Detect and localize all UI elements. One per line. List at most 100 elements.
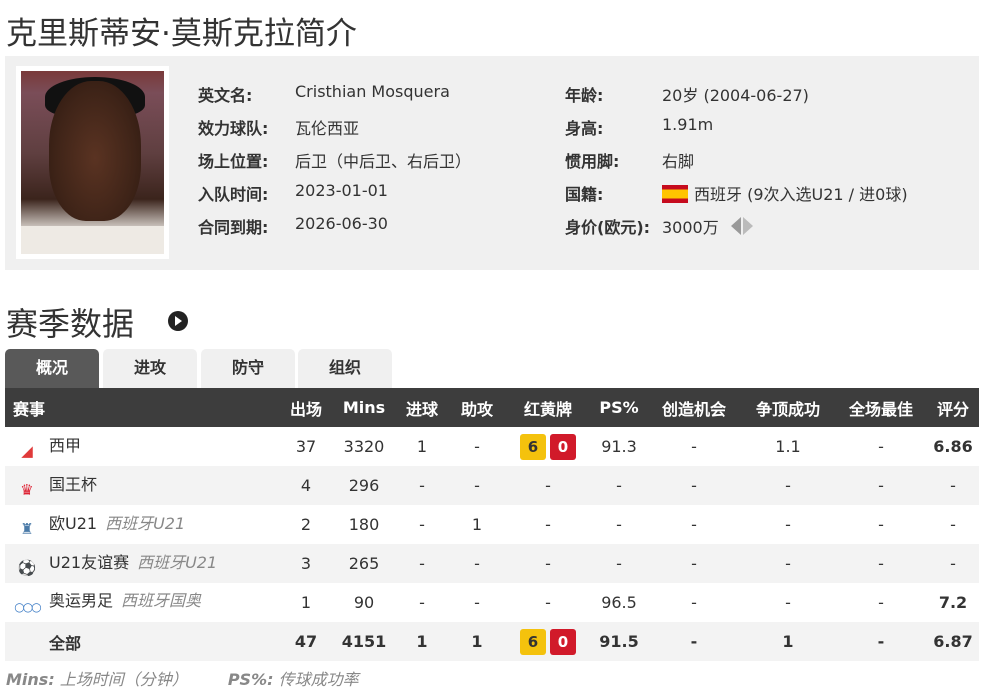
laliga-icon: ◢	[21, 441, 33, 460]
col-header[interactable]: 进球	[395, 388, 449, 427]
rating-cell: -	[927, 544, 979, 583]
cards-cell: -	[545, 515, 551, 534]
red-card-badge: 0	[550, 433, 576, 460]
motm-cell: -	[878, 437, 884, 456]
ps-cell: -	[616, 515, 622, 534]
olympic-rings-icon: ○○○	[14, 600, 41, 614]
competition-cell: ◢ 西甲	[5, 427, 279, 466]
apps-cell: 47	[279, 622, 333, 661]
info-label: 年龄:	[565, 86, 604, 105]
copa-del-rey-icon: ♛	[20, 480, 34, 499]
col-header[interactable]: 创造机会	[647, 388, 741, 427]
value-trend-toggle[interactable]	[730, 217, 753, 239]
info-value: 2023-01-01	[295, 181, 388, 200]
competition-name[interactable]: 国王杯	[49, 475, 97, 494]
ps-cell: -	[591, 544, 647, 583]
aerials-cell: 1.1	[775, 437, 801, 456]
col-header[interactable]: 出场	[279, 388, 333, 427]
col-header[interactable]: PS%	[591, 388, 647, 427]
apps-cell: 37	[295, 437, 317, 456]
team-link[interactable]: 瓦伦西亚	[295, 115, 359, 139]
info-label: 效力球队:	[198, 119, 269, 138]
tab-overview[interactable]: 概况	[5, 349, 99, 388]
apps-cell: 3	[279, 544, 333, 583]
yellow-card-badge: 6	[520, 433, 546, 460]
tab-organize[interactable]: 组织	[298, 349, 392, 388]
info-label: 身价(欧元):	[565, 218, 651, 237]
competition-cell: ○○○ 奥运男足 西班牙国奥	[5, 583, 279, 622]
competition-cell: ⚽ U21友谊赛 西班牙U21	[5, 544, 279, 583]
aerials-cell: -	[785, 515, 791, 534]
footnote-desc: 传球成功率	[273, 670, 359, 689]
col-header: 赛事	[5, 388, 279, 427]
table-row: ○○○ 奥运男足 西班牙国奥 1 90 - - - 96.5 - - - 7.2	[5, 583, 979, 622]
col-header[interactable]: 全场最佳	[835, 388, 927, 427]
table-row: ♛ 国王杯 4 296- - - - - - - -	[5, 466, 979, 505]
goals-cell: -	[419, 593, 425, 612]
assists-cell: -	[449, 466, 505, 505]
rating-cell: 7.2	[938, 593, 968, 612]
info-value: 20岁 (2004-06-27)	[662, 86, 809, 105]
competition-name[interactable]: 西甲	[49, 436, 81, 455]
table-header-row: 赛事 出场 Mins 进球 助攻 红黄牌 PS% 创造机会 争顶成功 全场最佳 …	[5, 388, 979, 427]
cards-cell: 60	[505, 622, 591, 661]
competition-name[interactable]: 欧U21	[49, 514, 97, 533]
euro-u21-icon: ♜	[20, 519, 34, 538]
info-value: 2026-06-30	[295, 214, 388, 233]
ps-cell: 91.5	[591, 622, 647, 661]
player-profile-card: 英文名: Cristhian Mosquera 效力球队: 瓦伦西亚 场上位置:…	[5, 56, 979, 270]
table-total-row: 全部 47 4151 1 1 6 0 91.5-1-6.87	[5, 622, 979, 661]
chances-cell: -	[691, 515, 697, 534]
info-value: Cristhian Mosquera	[295, 82, 450, 101]
chances-cell: -	[691, 593, 697, 612]
footnote-desc: 上场时间（分钟）	[54, 670, 188, 689]
footnote-key: Mins:	[6, 670, 55, 689]
assists-cell: -	[474, 593, 480, 612]
motm-cell: -	[835, 544, 927, 583]
chances-cell: -	[647, 622, 741, 661]
cards-cell: -	[505, 466, 591, 505]
info-label: 惯用脚:	[565, 152, 620, 171]
col-header[interactable]: 评分	[927, 388, 979, 427]
rating-cell: 6.86	[933, 437, 973, 456]
cards-cell: -	[545, 593, 551, 612]
footnote-key: PS%:	[227, 670, 274, 689]
yellow-card-badge: 6	[520, 628, 546, 655]
info-label: 身高:	[565, 119, 604, 138]
nationality-value: 西班牙 (9次入选U21 / 进0球)	[694, 185, 908, 204]
motm-cell: -	[878, 593, 884, 612]
rating-cell: 6.87	[927, 622, 979, 661]
table-footnote: Mins: 上场时间（分钟） PS%: 传球成功率	[6, 666, 359, 689]
info-value: 右脚	[662, 152, 695, 171]
info-label: 入队时间:	[198, 185, 269, 204]
motm-cell: -	[878, 515, 884, 534]
col-header[interactable]: Mins	[333, 388, 395, 427]
team-note: 西班牙U21	[105, 513, 186, 533]
competition-name[interactable]: U21友谊赛	[49, 553, 129, 572]
col-header[interactable]: 助攻	[449, 388, 505, 427]
ps-cell: -	[591, 466, 647, 505]
goals-cell: 1	[395, 622, 449, 661]
motm-cell: -	[835, 466, 927, 505]
info-label: 英文名:	[198, 86, 253, 105]
competition-cell: ♜ 欧U21 西班牙U21	[5, 505, 279, 544]
assists-cell: -	[449, 544, 505, 583]
col-header[interactable]: 红黄牌	[505, 388, 591, 427]
assists-cell: 1	[449, 622, 505, 661]
arrow-circle-right-icon[interactable]	[168, 311, 188, 331]
aerials-cell: -	[785, 593, 791, 612]
total-label: 全部	[5, 622, 279, 661]
arrow-left-icon	[730, 217, 741, 235]
team-note: 西班牙国奥	[121, 591, 202, 610]
col-header[interactable]: 争顶成功	[741, 388, 835, 427]
tab-attack[interactable]: 进攻	[103, 349, 197, 388]
team-note: 西班牙U21	[137, 552, 218, 572]
tab-defense[interactable]: 防守	[201, 349, 295, 388]
ps-cell: 91.3	[601, 437, 637, 456]
mins-cell: 90	[353, 593, 375, 612]
ps-cell: 96.5	[601, 593, 637, 612]
aerials-cell: -	[741, 544, 835, 583]
rating-cell: -	[927, 466, 979, 505]
competition-name[interactable]: 奥运男足	[49, 591, 113, 610]
cards-cell: -	[505, 544, 591, 583]
